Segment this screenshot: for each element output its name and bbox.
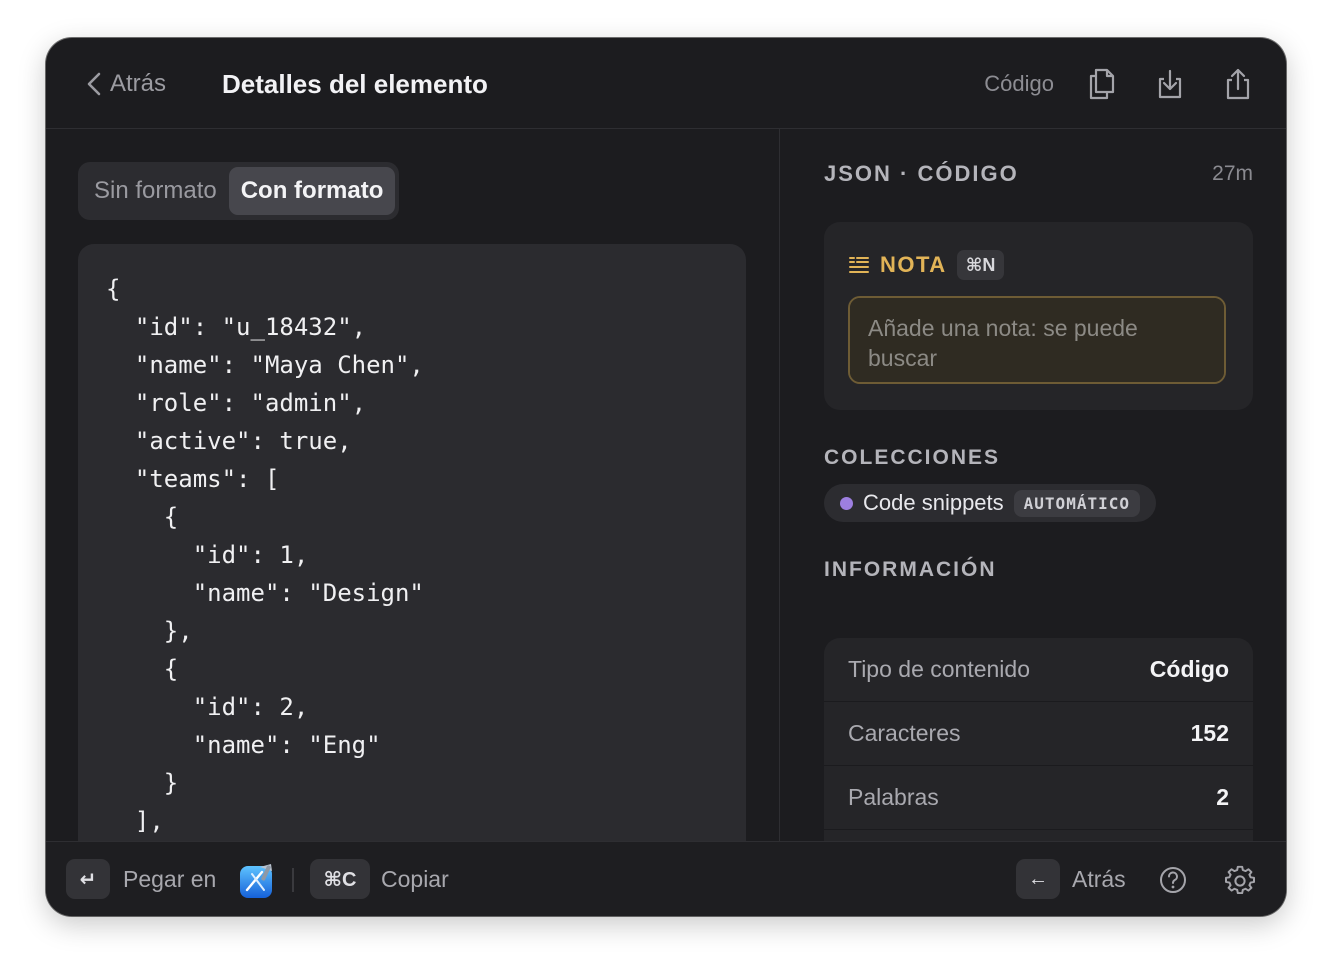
info-value: 152 — [1190, 720, 1229, 746]
raw-format-tab[interactable]: Sin formato — [82, 167, 229, 215]
copy-shortcut-badge[interactable]: ⌘C — [310, 859, 370, 899]
code-content: { "id": "u_18432", "name": "Maya Chen", … — [106, 275, 424, 835]
note-title: NOTA — [880, 252, 947, 277]
note-input[interactable] — [848, 296, 1226, 384]
info-table: Tipo de contenido Código Caracteres 152 … — [824, 638, 1253, 842]
note-icon — [849, 257, 869, 273]
content-type-label: Código — [984, 71, 1054, 96]
collection-color-dot — [840, 496, 853, 510]
info-key: Palabras — [848, 784, 939, 810]
info-value: 2 — [1216, 784, 1229, 810]
page-title: Detalles del elemento — [222, 69, 488, 99]
info-key: Caracteres — [848, 720, 961, 746]
share-icon[interactable] — [1218, 64, 1258, 104]
collection-label: Code snippets — [863, 490, 1004, 515]
info-row-words: Palabras 2 — [824, 766, 1253, 830]
content-pane: Sin formato Con formato { "id": "u_18432… — [46, 129, 780, 842]
back-label: Atrás — [110, 70, 167, 97]
info-key: Tipo de contenido — [848, 656, 1031, 682]
action-bar: ↵ Pegar en ⌘C Copiar ← Atrás — [46, 841, 1286, 916]
copy-icon[interactable] — [1082, 64, 1122, 104]
info-row-characters: Caracteres 152 — [824, 702, 1253, 766]
paste-label[interactable]: Pegar en — [123, 864, 216, 894]
copy-label[interactable]: Copiar — [381, 864, 449, 894]
header-bar: Atrás Detalles del elemento Código — [46, 38, 1286, 129]
footer-divider — [292, 868, 294, 892]
info-value: Código — [1149, 656, 1229, 682]
note-shortcut-badge: ⌘N — [956, 250, 1005, 280]
download-icon[interactable] — [1150, 64, 1190, 104]
auto-badge: AUTOMÁTICO — [1013, 489, 1140, 517]
format-toggle: Sin formato Con formato — [78, 162, 400, 220]
chevron-left-icon — [87, 72, 101, 96]
xcode-app-icon[interactable] — [238, 862, 276, 900]
footer-back-label[interactable]: Atrás — [1072, 864, 1126, 894]
help-icon[interactable] — [1155, 862, 1191, 898]
details-sidebar: JSON · CÓDIGO 27m NOTA ⌘N COLECCIONES Co… — [780, 129, 1286, 842]
formatted-tab[interactable]: Con formato — [228, 167, 396, 215]
item-details-window: Atrás Detalles del elemento Código Sin f… — [46, 38, 1286, 916]
note-header: NOTA ⌘N — [848, 250, 1005, 280]
back-key-badge[interactable]: ← — [1016, 859, 1060, 899]
collections-heading: COLECCIONES — [824, 446, 1001, 469]
gear-icon[interactable] — [1222, 862, 1258, 898]
header-actions: Código — [984, 64, 1258, 104]
info-row-content-type: Tipo de contenido Código — [824, 638, 1253, 702]
enter-key-badge[interactable]: ↵ — [66, 859, 110, 899]
item-age: 27m — [1212, 162, 1253, 185]
note-card: NOTA ⌘N — [824, 222, 1253, 410]
info-heading: INFORMACIÓN — [824, 558, 997, 581]
code-viewer[interactable]: { "id": "u_18432", "name": "Maya Chen", … — [78, 244, 746, 842]
back-button[interactable]: Atrás — [86, 68, 166, 100]
item-type-heading: JSON · CÓDIGO — [824, 161, 1019, 186]
collection-chip[interactable]: Code snippets AUTOMÁTICO — [824, 484, 1156, 522]
